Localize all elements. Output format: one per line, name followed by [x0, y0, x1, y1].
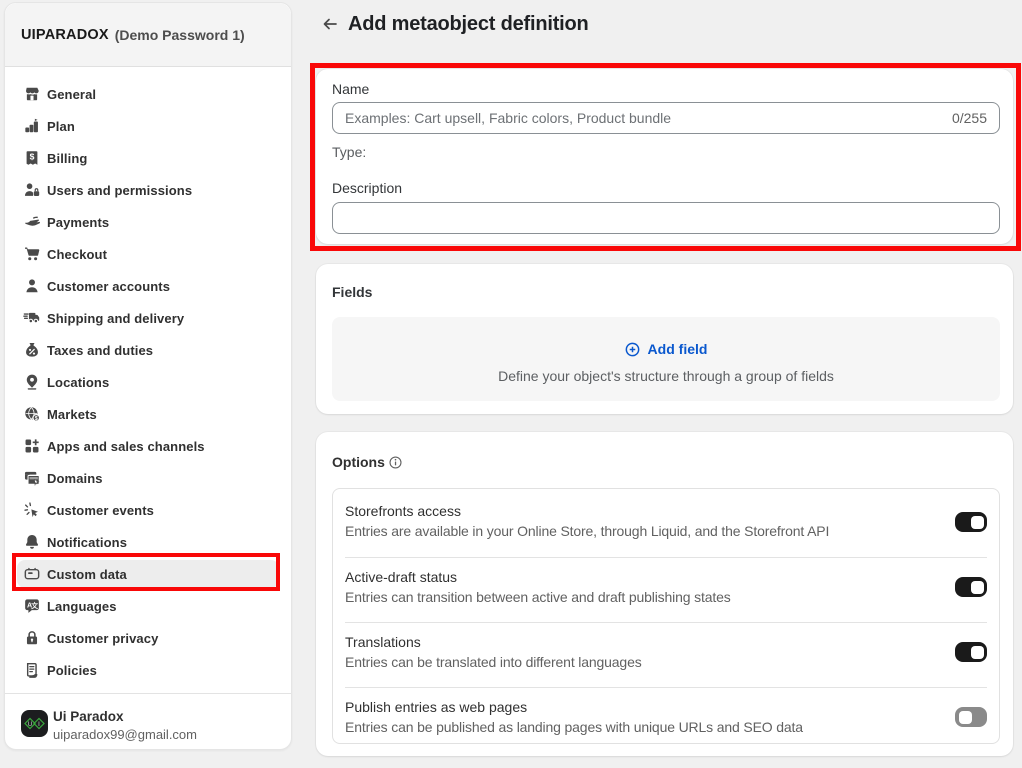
svg-text:$: $: [35, 416, 38, 422]
svg-text:U: U: [28, 722, 32, 728]
svg-text:$: $: [30, 151, 35, 161]
svg-text:文: 文: [30, 601, 38, 610]
